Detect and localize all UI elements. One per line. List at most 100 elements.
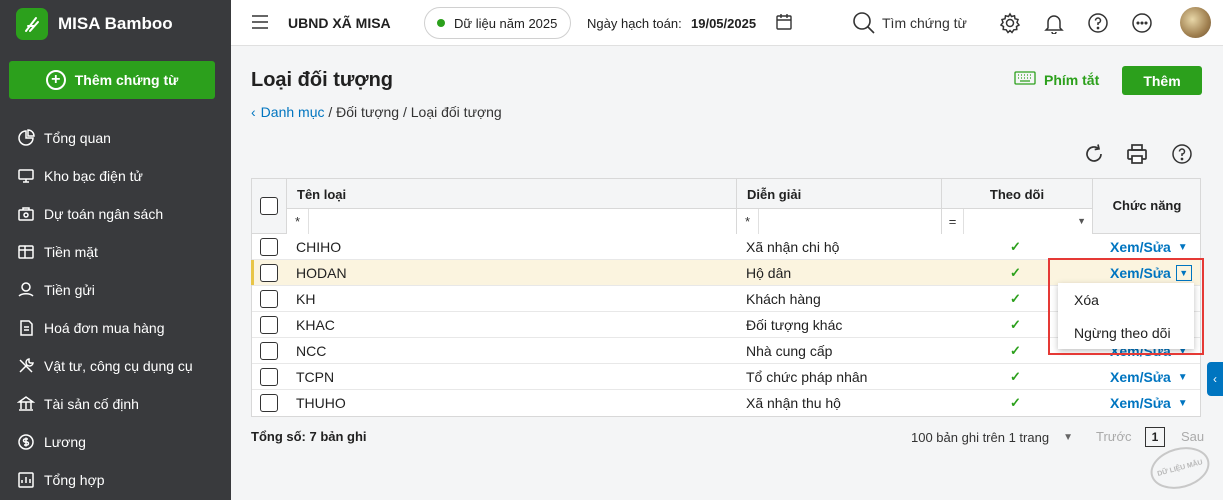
table-row[interactable]: CHIHO Xã nhận chi hộ ✓ Xem/Sửa ▼ — [252, 234, 1200, 260]
sidebar-item-fixed-assets[interactable]: Tài sản cố định — [0, 385, 231, 423]
select-all-checkbox[interactable] — [260, 197, 278, 215]
tracking-filter[interactable]: = ▼ — [942, 208, 1092, 234]
row-name: THUHO — [296, 395, 346, 411]
keyboard-icon — [1014, 71, 1036, 88]
row-name: KH — [296, 291, 316, 307]
deposit-icon — [16, 280, 36, 300]
sidebar-item-salary[interactable]: Lương — [0, 423, 231, 461]
posting-date-value[interactable]: 19/05/2025 — [691, 16, 756, 31]
row-description: Hộ dân — [746, 265, 792, 281]
row-description: Xã nhận thu hộ — [746, 395, 841, 411]
add-button[interactable]: Thêm — [1122, 66, 1202, 95]
header-tracking-column: Theo dõi = ▼ — [942, 179, 1093, 234]
name-filter-operator[interactable]: * — [287, 209, 309, 234]
budget-icon — [16, 204, 36, 224]
tools-icon — [16, 356, 36, 376]
sidebar-item-purchase-invoice[interactable]: Hoá đơn mua hàng — [0, 309, 231, 347]
chevron-left-icon[interactable]: ‹ — [1207, 362, 1223, 396]
view-edit-link[interactable]: Xem/Sửa — [1110, 369, 1171, 385]
cash-icon — [16, 242, 36, 262]
row-checkbox[interactable] — [260, 368, 278, 386]
table-row[interactable]: THUHO Xã nhận thu hộ ✓ Xem/Sửa ▼ — [252, 390, 1200, 416]
sidebar-item-label: Kho bạc điện tử — [44, 168, 143, 184]
breadcrumb-separator: / — [324, 104, 337, 120]
column-header-description: Diễn giải — [747, 187, 802, 202]
row-checkbox[interactable] — [260, 238, 278, 256]
row-description: Khách hàng — [746, 291, 821, 307]
sidebar-item-label: Tài sản cố định — [44, 396, 139, 412]
refresh-icon[interactable] — [1083, 143, 1105, 168]
breadcrumb-root-link[interactable]: Danh mục — [261, 104, 325, 120]
avatar[interactable] — [1180, 7, 1211, 38]
more-options-icon[interactable] — [1131, 12, 1153, 37]
caret-down-icon[interactable]: ▼ — [1178, 242, 1188, 253]
search-vouchers-button[interactable]: Tìm chứng từ — [882, 15, 967, 31]
page-size-selector[interactable]: 100 bản ghi trên 1 trang ▼ — [911, 430, 1073, 445]
name-filter[interactable]: * — [287, 208, 736, 234]
description-filter[interactable]: * — [737, 208, 941, 234]
building-icon — [16, 394, 36, 414]
top-header: UBND XÃ MISA Dữ liệu năm 2025 Ngày hạch … — [231, 0, 1223, 46]
table-row[interactable]: TCPN Tổ chức pháp nhân ✓ Xem/Sửa ▼ — [252, 364, 1200, 390]
sidebar-item-supplies[interactable]: Vật tư, công cụ dụng cụ — [0, 347, 231, 385]
shortcuts-label: Phím tắt — [1044, 71, 1100, 88]
header-select-cell — [252, 179, 287, 234]
help-icon[interactable] — [1171, 143, 1193, 168]
chevron-down-icon[interactable]: ▼ — [1063, 432, 1073, 443]
page-title: Loại đối tượng — [251, 69, 394, 91]
gear-icon[interactable] — [999, 12, 1021, 37]
row-checkbox[interactable] — [260, 264, 278, 282]
sidebar-item-label: Dự toán ngân sách — [44, 206, 164, 222]
view-edit-link[interactable]: Xem/Sửa — [1110, 239, 1171, 255]
chevron-left-icon[interactable]: ‹ — [251, 104, 256, 120]
sidebar-item-summary[interactable]: Tổng hợp — [0, 461, 231, 499]
row-checkbox[interactable] — [260, 394, 278, 412]
posting-date-label: Ngày hạch toán: — [587, 16, 682, 31]
current-page-button[interactable]: 1 — [1145, 427, 1165, 447]
view-edit-link[interactable]: Xem/Sửa — [1110, 395, 1171, 411]
breadcrumb-current: Loại đối tượng — [410, 104, 502, 120]
sidebar-item-treasury[interactable]: Kho bạc điện tử — [0, 157, 231, 195]
invoice-icon — [16, 318, 36, 338]
breadcrumb: ‹ Danh mục / Đối tượng / Loại đối tượng — [251, 104, 502, 120]
header-description-column: Diễn giải * — [737, 179, 942, 234]
caret-down-icon[interactable]: ▼ — [1178, 398, 1188, 409]
row-name: HODAN — [296, 265, 347, 281]
column-header-action: Chức năng — [1112, 198, 1182, 213]
previous-page-button[interactable]: Trước — [1096, 429, 1132, 444]
brand[interactable]: MISA Bamboo — [16, 8, 173, 40]
salary-icon — [16, 432, 36, 452]
row-checkbox[interactable] — [260, 316, 278, 334]
search-icon[interactable] — [852, 11, 876, 38]
column-header-tracking: Theo dõi — [989, 187, 1045, 202]
tracking-filter-operator[interactable]: = — [942, 209, 964, 234]
hamburger-icon[interactable] — [251, 14, 269, 33]
add-voucher-label: Thêm chứng từ — [74, 72, 179, 88]
check-icon: ✓ — [1010, 369, 1021, 384]
add-voucher-button[interactable]: + Thêm chứng từ — [9, 61, 215, 99]
bamboo-logo-icon — [16, 8, 48, 40]
row-checkbox[interactable] — [260, 290, 278, 308]
summary-icon — [16, 470, 36, 490]
calendar-icon[interactable] — [775, 13, 793, 34]
sidebar-item-budget[interactable]: Dự toán ngân sách — [0, 195, 231, 233]
sidebar-item-label: Tiền mặt — [44, 244, 98, 260]
next-page-button[interactable]: Sau — [1181, 429, 1204, 444]
sidebar-item-cash[interactable]: Tiền mặt — [0, 233, 231, 271]
total-records: Tổng số: 7 bản ghi — [251, 429, 367, 444]
print-icon[interactable] — [1126, 143, 1148, 168]
brand-name: MISA Bamboo — [58, 14, 173, 33]
breadcrumb-middle[interactable]: Đối tượng — [336, 104, 399, 120]
row-checkbox[interactable] — [260, 342, 278, 360]
description-filter-operator[interactable]: * — [737, 209, 759, 234]
data-year-selector[interactable]: Dữ liệu năm 2025 — [424, 7, 571, 39]
check-icon: ✓ — [1010, 395, 1021, 410]
pie-chart-icon — [16, 128, 36, 148]
caret-down-icon[interactable]: ▼ — [1178, 372, 1188, 383]
bell-icon[interactable] — [1043, 12, 1065, 37]
help-icon[interactable] — [1087, 12, 1109, 37]
shortcuts-button[interactable]: Phím tắt — [1014, 71, 1099, 88]
sidebar-item-overview[interactable]: Tổng quan — [0, 119, 231, 157]
chevron-down-icon[interactable]: ▼ — [1077, 216, 1086, 226]
sidebar-item-deposit[interactable]: Tiền gửi — [0, 271, 231, 309]
